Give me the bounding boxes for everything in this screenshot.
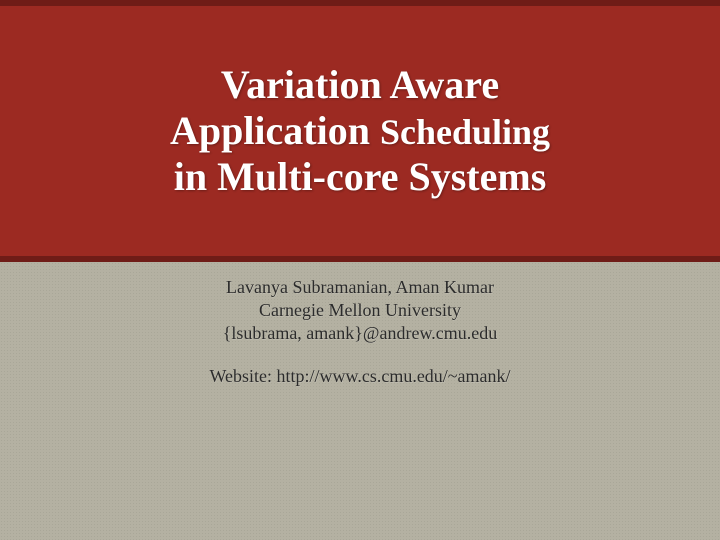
authors: Lavanya Subramanian, Aman Kumar xyxy=(0,276,720,299)
title-line-2b: Scheduling xyxy=(380,112,550,152)
spacer xyxy=(0,345,720,365)
slide: Variation Aware Application Scheduling i… xyxy=(0,0,720,540)
title-line-3: in Multi-core Systems xyxy=(174,154,547,199)
body-band: Lavanya Subramanian, Aman Kumar Carnegie… xyxy=(0,262,720,540)
title-line-2a: Application xyxy=(170,108,380,153)
title-band: Variation Aware Application Scheduling i… xyxy=(0,0,720,262)
affiliation: Carnegie Mellon University xyxy=(0,299,720,322)
website: Website: http://www.cs.cmu.edu/~amank/ xyxy=(0,365,720,388)
slide-title: Variation Aware Application Scheduling i… xyxy=(170,62,550,200)
title-line-1: Variation Aware xyxy=(221,62,499,107)
emails: {lsubrama, amank}@andrew.cmu.edu xyxy=(0,322,720,345)
slide-meta: Lavanya Subramanian, Aman Kumar Carnegie… xyxy=(0,276,720,388)
